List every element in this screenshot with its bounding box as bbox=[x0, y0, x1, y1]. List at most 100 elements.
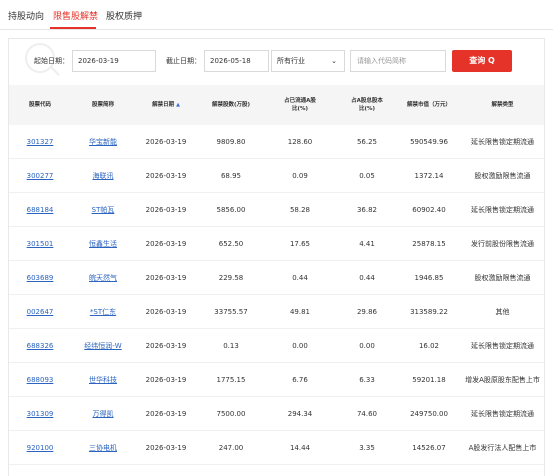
cell-unlock-shares: 652.50 bbox=[218, 240, 244, 248]
cell-float-ratio: 58.28 bbox=[289, 206, 311, 214]
cell-float-ratio: 128.60 bbox=[287, 138, 313, 146]
cell-unlock-date: 2026-03-19 bbox=[145, 376, 187, 384]
query-button[interactable]: 查询 Q bbox=[452, 50, 512, 72]
cell-unlock-shares: 247.00 bbox=[218, 444, 244, 452]
col-float-ratio[interactable]: 占已流通A股比(%) bbox=[265, 85, 335, 125]
cell-unlock-type: 其他 bbox=[495, 308, 510, 316]
cell-float-ratio: 6.76 bbox=[292, 376, 308, 384]
cell-unlock-shares: 1775.15 bbox=[216, 376, 246, 384]
cell-unlock-type: 增发A股原股东配售上市 bbox=[465, 376, 540, 384]
cell-total-ratio: 29.86 bbox=[356, 308, 378, 316]
cell-unlock-shares: 9809.80 bbox=[216, 138, 246, 146]
cell-stock-code: 301501 bbox=[9, 227, 71, 261]
cell-stock-code: 688184 bbox=[9, 193, 71, 227]
cell-stock-code: 920100 bbox=[9, 431, 71, 465]
cell-float-ratio: 17.65 bbox=[289, 240, 311, 248]
cell-unlock-type: 延长限售锁定期流通 bbox=[471, 138, 534, 146]
table-row: 603689 皖天然气 2026-03-19 229.58 0.44 0.44 1946.8… bbox=[9, 261, 544, 295]
cell-unlock-value: 1946.85 bbox=[414, 274, 444, 282]
cell-stock-name: *ST仁东 bbox=[71, 295, 135, 329]
cell-unlock-shares: 33755.57 bbox=[214, 308, 248, 316]
cell-total-ratio: 0.05 bbox=[359, 172, 375, 180]
cell-unlock-value: 14526.07 bbox=[412, 444, 446, 452]
stock-name-link[interactable]: 万得凯 bbox=[93, 409, 114, 419]
cell-unlock-date: 2026-03-19 bbox=[145, 342, 187, 350]
stock-name-link[interactable]: 恒鑫生活 bbox=[89, 239, 117, 249]
stock-name-link[interactable]: 皖天然气 bbox=[89, 273, 117, 283]
cell-float-ratio: 0.09 bbox=[292, 172, 308, 180]
cell-unlock-type: 延长限售锁定期流通 bbox=[471, 342, 534, 350]
stock-code-link[interactable]: 603689 bbox=[27, 274, 54, 282]
stock-code-link[interactable]: 300277 bbox=[27, 172, 54, 180]
start-date-label: 起始日期： bbox=[34, 57, 69, 65]
cell-stock-code: 002647 bbox=[9, 295, 71, 329]
col-total-ratio[interactable]: 占A股总股本比(%) bbox=[335, 85, 399, 125]
cell-unlock-type: 股权激励限售流通 bbox=[474, 274, 531, 282]
stock-code-link[interactable]: 688093 bbox=[27, 376, 54, 384]
active-tab-indicator bbox=[50, 27, 96, 29]
table-row: 920100 三协电机 2026-03-19 247.00 14.44 3.35 14526… bbox=[9, 431, 544, 465]
cell-unlock-value: 590549.96 bbox=[410, 138, 448, 146]
table-row: 002647 *ST仁东 2026-03-19 33755.57 49.81 29.86 3… bbox=[9, 295, 544, 329]
cell-total-ratio: 0.00 bbox=[359, 342, 375, 350]
cell-unlock-date: 2026-03-19 bbox=[145, 206, 187, 214]
col-stock-code[interactable]: 股票代码 bbox=[9, 85, 71, 125]
cell-unlock-type: A股发行法人配售上市 bbox=[468, 444, 537, 452]
cell-stock-name: 恒鑫生活 bbox=[71, 227, 135, 261]
col-unlock-date[interactable]: 解禁日期 ▲ bbox=[135, 85, 197, 125]
cell-total-ratio: 36.82 bbox=[356, 206, 378, 214]
cell-stock-name: ST帕瓦 bbox=[71, 193, 135, 227]
table-row: 300277 海联讯 2026-03-19 68.95 0.09 0.05 1372.14 股… bbox=[9, 159, 544, 193]
col-stock-name[interactable]: 股票简称 bbox=[71, 85, 135, 125]
table-row: 688184 ST帕瓦 2026-03-19 5856.00 58.28 36.82 609… bbox=[9, 193, 544, 227]
tab-holding-trends[interactable]: 持股动向 bbox=[8, 9, 44, 22]
table-row: 688326 经纬恒润-W 2026-03-19 0.13 0.00 0.00 16.02 延… bbox=[9, 329, 544, 363]
cell-stock-name: 海联讯 bbox=[71, 159, 135, 193]
col-unlock-value[interactable]: 解禁市值（万元） bbox=[399, 85, 459, 125]
tab-restricted-unlock[interactable]: 限售股解禁 bbox=[53, 9, 98, 22]
cell-unlock-type: 股权激励限售流通 bbox=[474, 172, 531, 180]
industry-select[interactable]: 所有行业 ⌄ bbox=[271, 50, 345, 72]
tab-equity-pledge[interactable]: 股权质押 bbox=[106, 9, 142, 22]
cell-unlock-value: 60902.40 bbox=[412, 206, 446, 214]
filter-bar: 起始日期： 2026-03-19 截止日期： 2026-05-18 所有行业 ⌄… bbox=[9, 43, 544, 77]
cell-unlock-date: 2026-03-19 bbox=[145, 172, 187, 180]
stock-code-link[interactable]: 688326 bbox=[27, 342, 54, 350]
cell-unlock-date: 2026-03-19 bbox=[145, 240, 187, 248]
stock-code-link[interactable]: 301327 bbox=[27, 138, 54, 146]
stock-code-link[interactable]: 301309 bbox=[27, 410, 54, 418]
col-unlock-type[interactable]: 解禁类型 bbox=[459, 85, 546, 125]
stock-name-link[interactable]: ST帕瓦 bbox=[92, 205, 115, 215]
cell-unlock-type: 延长限售锁定期流通 bbox=[471, 410, 534, 418]
unlock-panel: 起始日期： 2026-03-19 截止日期： 2026-05-18 所有行业 ⌄… bbox=[8, 38, 545, 476]
stock-code-link[interactable]: 002647 bbox=[27, 308, 54, 316]
stock-name-link[interactable]: 华宝新能 bbox=[89, 137, 117, 147]
cell-unlock-value: 16.02 bbox=[418, 342, 440, 350]
cell-total-ratio: 74.60 bbox=[356, 410, 378, 418]
stock-name-link[interactable]: 经纬恒润-W bbox=[84, 341, 121, 351]
cell-stock-code: 301327 bbox=[9, 125, 71, 159]
end-date-input[interactable]: 2026-05-18 bbox=[204, 50, 269, 72]
cell-unlock-type: 延长限售锁定期流通 bbox=[471, 206, 534, 214]
stock-code-link[interactable]: 301501 bbox=[27, 240, 54, 248]
cell-stock-code: 301309 bbox=[9, 397, 71, 431]
stock-name-link[interactable]: *ST仁东 bbox=[90, 307, 116, 317]
start-date-input[interactable]: 2026-03-19 bbox=[72, 50, 156, 72]
cell-unlock-shares: 5856.00 bbox=[216, 206, 246, 214]
cell-stock-name: 皖天然气 bbox=[71, 261, 135, 295]
stock-code-link[interactable]: 920100 bbox=[27, 444, 54, 452]
cell-unlock-value: 25878.15 bbox=[412, 240, 446, 248]
stock-name-link[interactable]: 海联讯 bbox=[93, 171, 114, 181]
code-search-input[interactable]: 请输入代码简称 bbox=[350, 50, 446, 72]
cell-unlock-date: 2026-03-19 bbox=[145, 410, 187, 418]
stock-code-link[interactable]: 688184 bbox=[27, 206, 54, 214]
cell-unlock-value: 313589.22 bbox=[410, 308, 448, 316]
cell-stock-name: 华宝新能 bbox=[71, 125, 135, 159]
sort-asc-icon: ▲ bbox=[176, 102, 180, 108]
col-unlock-shares[interactable]: 解禁股数(万股) bbox=[197, 85, 265, 125]
table-row: 301327 华宝新能 2026-03-19 9809.80 128.60 56.25 59… bbox=[9, 125, 544, 159]
cell-total-ratio: 4.41 bbox=[359, 240, 375, 248]
stock-name-link[interactable]: 三协电机 bbox=[89, 443, 117, 453]
stock-name-link[interactable]: 世华科技 bbox=[89, 375, 117, 385]
industry-select-value: 所有行业 bbox=[277, 57, 305, 65]
